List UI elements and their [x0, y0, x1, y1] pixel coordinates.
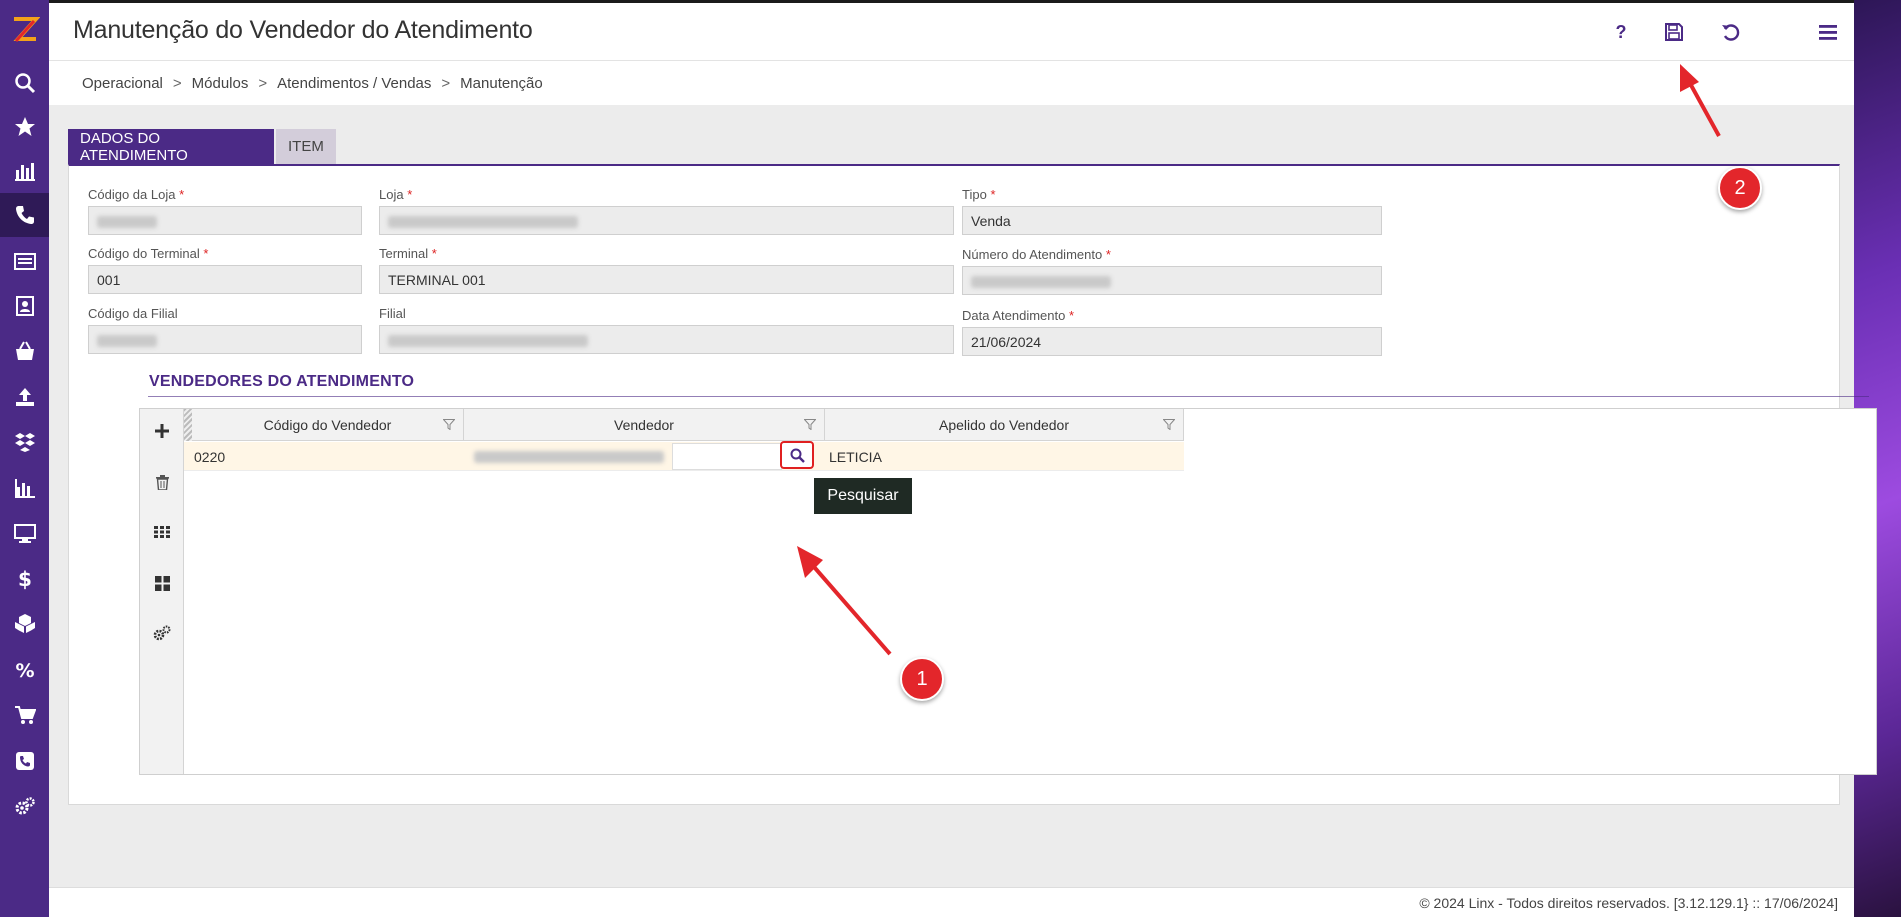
- numero-atendimento-field[interactable]: [962, 266, 1382, 295]
- settings-icon[interactable]: [0, 785, 49, 829]
- cart-icon[interactable]: [0, 693, 49, 737]
- section-title: VENDEDORES DO ATENDIMENTO: [149, 373, 415, 390]
- loja-field[interactable]: [379, 206, 954, 235]
- codigo-filial-field[interactable]: [88, 325, 362, 354]
- vendedores-grid: Código do Vendedor Vendedor Apelido do V…: [139, 408, 1877, 775]
- redacted-value: [97, 216, 157, 229]
- main-area: Manutenção do Vendedor do Atendimento ? …: [49, 0, 1877, 917]
- svg-text:%: %: [15, 660, 34, 681]
- sidebar: $ %: [0, 0, 49, 917]
- logo-icon[interactable]: [0, 0, 49, 60]
- annotation-badge-2: 2: [1718, 166, 1762, 210]
- tiles-icon[interactable]: [140, 565, 184, 601]
- filter-icon: [804, 419, 816, 430]
- redacted-value: [97, 335, 157, 348]
- codigo-terminal-field[interactable]: 001: [88, 265, 362, 294]
- menu-button[interactable]: [1813, 17, 1843, 47]
- bar-chart-icon[interactable]: [0, 149, 49, 193]
- data-atendimento-label: Data Atendimento *: [962, 308, 1075, 323]
- terminal-field[interactable]: TERMINAL 001: [379, 265, 954, 294]
- cell-apelido[interactable]: LETICIA: [815, 442, 1185, 471]
- column-header-codigo[interactable]: Código do Vendedor: [192, 409, 464, 441]
- loja-label: Loja *: [379, 187, 413, 202]
- page-title: Manutenção do Vendedor do Atendimento: [73, 16, 533, 44]
- tab-item[interactable]: ITEM: [276, 129, 336, 164]
- trash-icon[interactable]: [140, 464, 184, 500]
- breadcrumb: Operacional > Módulos > Atendimentos / V…: [49, 61, 1854, 105]
- breadcrumb-separator: >: [172, 74, 182, 92]
- help-icon: ?: [1615, 21, 1627, 42]
- undo-icon: [1722, 24, 1740, 41]
- breadcrumb-item-manutencao: Manutenção: [460, 74, 543, 92]
- percent-icon[interactable]: %: [0, 648, 49, 692]
- filial-label: Filial: [379, 306, 406, 321]
- tipo-field[interactable]: Venda: [962, 206, 1382, 235]
- tooltip: Pesquisar: [814, 478, 912, 514]
- codigo-loja-field[interactable]: [88, 206, 362, 235]
- grid-dots-icon[interactable]: [140, 514, 184, 550]
- header: Manutenção do Vendedor do Atendimento ?: [49, 0, 1854, 61]
- filter-icon: [1163, 419, 1175, 430]
- breadcrumb-separator: >: [258, 74, 268, 92]
- tab-dados-atendimento[interactable]: DADOS DO ATENDIMENTO: [68, 129, 274, 164]
- search-icon: [790, 448, 805, 463]
- help-button[interactable]: ?: [1606, 17, 1636, 47]
- footer: © 2024 Linx - Todos direitos reservados.…: [49, 887, 1854, 917]
- boxes-icon[interactable]: [0, 420, 49, 464]
- cell-vendedor[interactable]: [464, 442, 672, 471]
- phone-icon[interactable]: [0, 193, 49, 237]
- basket-icon[interactable]: [0, 329, 49, 373]
- breadcrumb-item-modulos[interactable]: Módulos: [192, 75, 249, 92]
- redacted-value: [388, 216, 578, 229]
- numero-atendimento-label: Número do Atendimento *: [962, 247, 1111, 262]
- grid-toolbar: [140, 409, 184, 774]
- undo-button[interactable]: [1716, 17, 1746, 47]
- breadcrumb-item-operacional[interactable]: Operacional: [82, 75, 163, 92]
- save-icon: [1665, 23, 1683, 41]
- report-icon[interactable]: [0, 466, 49, 510]
- redacted-value: [474, 450, 664, 463]
- list-icon[interactable]: [0, 239, 49, 283]
- row-selector-header: [184, 409, 192, 441]
- plus-icon[interactable]: [140, 413, 184, 449]
- gears-icon[interactable]: [140, 615, 184, 651]
- hamburger-icon: [1819, 25, 1837, 40]
- column-header-vendedor[interactable]: Vendedor: [464, 409, 825, 441]
- tipo-label: Tipo *: [962, 187, 996, 202]
- annotation-badge-1: 1: [900, 657, 944, 701]
- save-button[interactable]: [1659, 17, 1689, 47]
- contact-icon[interactable]: [0, 284, 49, 328]
- filial-field[interactable]: [379, 325, 954, 354]
- svg-text:$: $: [18, 568, 32, 590]
- data-atendimento-field[interactable]: 21/06/2024: [962, 327, 1382, 356]
- breadcrumb-item-atendimentos[interactable]: Atendimentos / Vendas: [277, 75, 431, 92]
- redacted-value: [388, 335, 588, 348]
- cell-codigo-vendedor[interactable]: 0220: [184, 442, 464, 471]
- vendedor-input[interactable]: [672, 443, 782, 470]
- column-header-apelido[interactable]: Apelido do Vendedor: [825, 409, 1184, 441]
- filter-icon: [443, 419, 455, 430]
- breadcrumb-separator: >: [441, 74, 451, 92]
- codigo-filial-label: Código da Filial: [88, 306, 178, 321]
- monitor-icon[interactable]: [0, 511, 49, 555]
- codigo-loja-label: Código da Loja *: [88, 187, 185, 202]
- phone-book-icon[interactable]: [0, 739, 49, 783]
- search-button[interactable]: [780, 441, 814, 469]
- star-icon[interactable]: [0, 105, 49, 149]
- search-icon[interactable]: [0, 61, 49, 105]
- dollar-icon[interactable]: $: [0, 557, 49, 601]
- section-divider: [148, 396, 1869, 397]
- cubes-icon[interactable]: [0, 602, 49, 646]
- upload-icon[interactable]: [0, 375, 49, 419]
- terminal-label: Terminal *: [379, 246, 437, 261]
- codigo-terminal-label: Código do Terminal *: [88, 246, 209, 261]
- redacted-value: [971, 276, 1111, 289]
